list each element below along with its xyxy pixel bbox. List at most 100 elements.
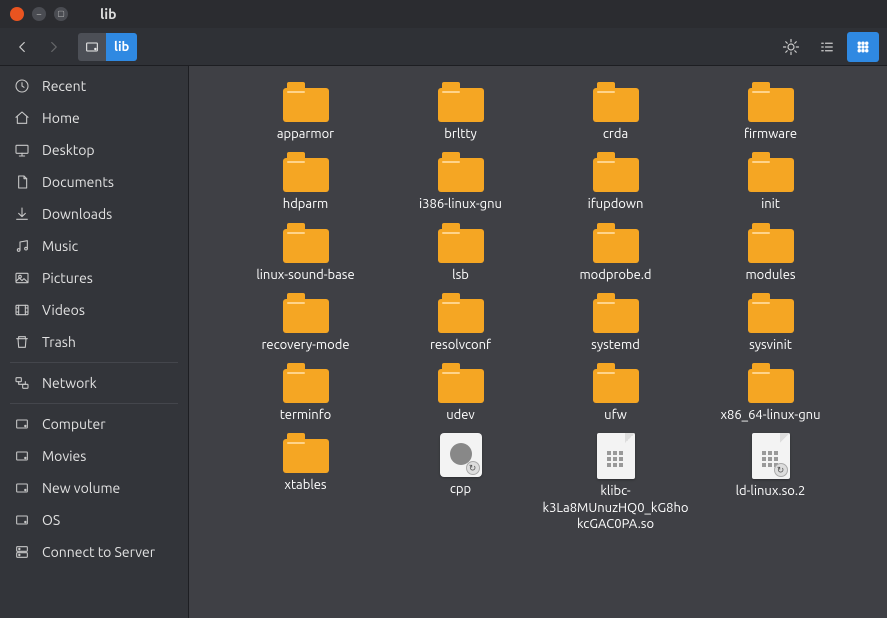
folder-icon	[438, 363, 484, 403]
list-view-button[interactable]	[811, 32, 843, 62]
file-item[interactable]: udev	[383, 357, 538, 427]
disk-icon	[14, 416, 30, 432]
minimize-window-button[interactable]: –	[32, 7, 46, 21]
file-item[interactable]: modprobe.d	[538, 217, 693, 287]
folder-icon	[748, 293, 794, 333]
location-button[interactable]	[775, 32, 807, 62]
path-segment-lib[interactable]: lib	[106, 33, 137, 61]
file-name: modprobe.d	[579, 267, 651, 283]
disk-icon	[14, 480, 30, 496]
file-name: apparmor	[277, 126, 334, 142]
titlebar: – ▢ lib	[0, 0, 887, 28]
sidebar-item-network[interactable]: Network	[0, 367, 188, 399]
sidebar-item-connect-to-server[interactable]: Connect to Server	[0, 536, 188, 568]
folder-icon	[593, 223, 639, 263]
sidebar-item-label: Recent	[42, 78, 86, 94]
file-item[interactable]: modules	[693, 217, 848, 287]
doc-icon	[14, 174, 30, 190]
sidebar-item-documents[interactable]: Documents	[0, 166, 188, 198]
sidebar-item-music[interactable]: Music	[0, 230, 188, 262]
sidebar-item-os[interactable]: OS	[0, 504, 188, 536]
sidebar-item-pictures[interactable]: Pictures	[0, 262, 188, 294]
sidebar-item-videos[interactable]: Videos	[0, 294, 188, 326]
file-item[interactable]: resolvconf	[383, 287, 538, 357]
file-name: x86_64-linux-gnu	[720, 407, 820, 423]
sidebar-item-downloads[interactable]: Downloads	[0, 198, 188, 230]
sidebar-item-label: Home	[42, 110, 80, 126]
folder-icon	[438, 223, 484, 263]
disk-icon	[14, 448, 30, 464]
sidebar-item-label: New volume	[42, 480, 120, 496]
file-name: xtables	[284, 477, 326, 493]
sidebar-item-recent[interactable]: Recent	[0, 70, 188, 102]
file-name: systemd	[591, 337, 640, 353]
folder-icon	[593, 293, 639, 333]
close-window-button[interactable]	[10, 7, 24, 21]
clock-icon	[14, 78, 30, 94]
file-item[interactable]: brltty	[383, 76, 538, 146]
network-icon	[14, 375, 30, 391]
sidebar-item-label: OS	[42, 512, 60, 528]
file-item[interactable]: ufw	[538, 357, 693, 427]
file-item[interactable]: init	[693, 146, 848, 216]
file-item[interactable]: ↻ld-linux.so.2	[693, 427, 848, 536]
file-item[interactable]: recovery-mode	[228, 287, 383, 357]
disk-icon	[14, 512, 30, 528]
file-item[interactable]: klibc-k3La8MUnuzHQ0_kG8hokcGAC0PA.so	[538, 427, 693, 536]
maximize-window-button[interactable]: ▢	[54, 7, 68, 21]
sidebar-item-computer[interactable]: Computer	[0, 408, 188, 440]
file-item[interactable]: crda	[538, 76, 693, 146]
file-name: cpp	[450, 481, 471, 497]
file-item[interactable]: linux-sound-base	[228, 217, 383, 287]
file-pane[interactable]: apparmor brltty crdafirmware hdparmi386-lin…	[189, 66, 887, 618]
folder-icon	[748, 363, 794, 403]
file-item[interactable]: terminfo	[228, 357, 383, 427]
sidebar-item-label: Connect to Server	[42, 544, 155, 560]
desktop-icon	[14, 142, 30, 158]
file-item[interactable]: systemd	[538, 287, 693, 357]
pictures-icon	[14, 270, 30, 286]
sidebar-item-home[interactable]: Home	[0, 102, 188, 134]
file-name: brltty	[444, 126, 476, 142]
videos-icon	[14, 302, 30, 318]
file-item[interactable]: ↻ cpp	[383, 427, 538, 536]
music-icon	[14, 238, 30, 254]
path-root-disk[interactable]	[78, 33, 106, 61]
nav-back-button[interactable]	[8, 33, 36, 61]
executable-link-icon: ↻	[440, 433, 482, 477]
file-item[interactable]: x86_64-linux-gnu	[693, 357, 848, 427]
file-item[interactable]: hdparm	[228, 146, 383, 216]
sidebar-item-label: Music	[42, 238, 78, 254]
file-item[interactable]: sysvinit	[693, 287, 848, 357]
icon-view-button[interactable]	[847, 32, 879, 62]
file-name: ifupdown	[588, 196, 644, 212]
folder-icon	[438, 152, 484, 192]
binary-file-icon	[597, 433, 635, 479]
server-icon	[14, 544, 30, 560]
download-icon	[14, 206, 30, 222]
nav-forward-button[interactable]	[40, 33, 68, 61]
file-name: recovery-mode	[261, 337, 349, 353]
sidebar-separator	[10, 362, 178, 363]
path-bar: lib	[78, 33, 137, 61]
sidebar-item-desktop[interactable]: Desktop	[0, 134, 188, 166]
sidebar-item-label: Pictures	[42, 270, 93, 286]
file-name: modules	[745, 267, 795, 283]
file-item[interactable]: i386-linux-gnu	[383, 146, 538, 216]
file-item[interactable]: ifupdown	[538, 146, 693, 216]
sidebar-item-movies[interactable]: Movies	[0, 440, 188, 472]
window-title: lib	[100, 6, 117, 22]
folder-icon	[748, 152, 794, 192]
file-item[interactable]: firmware	[693, 76, 848, 146]
sidebar-item-label: Downloads	[42, 206, 112, 222]
folder-icon	[748, 82, 794, 122]
file-item[interactable]: xtables	[228, 427, 383, 536]
file-name: udev	[446, 407, 475, 423]
sidebar-item-label: Videos	[42, 302, 85, 318]
folder-icon	[283, 293, 329, 333]
file-item[interactable]: apparmor	[228, 76, 383, 146]
file-item[interactable]: lsb	[383, 217, 538, 287]
sidebar-item-trash[interactable]: Trash	[0, 326, 188, 358]
sidebar-item-new-volume[interactable]: New volume	[0, 472, 188, 504]
toolbar: lib	[0, 28, 887, 66]
